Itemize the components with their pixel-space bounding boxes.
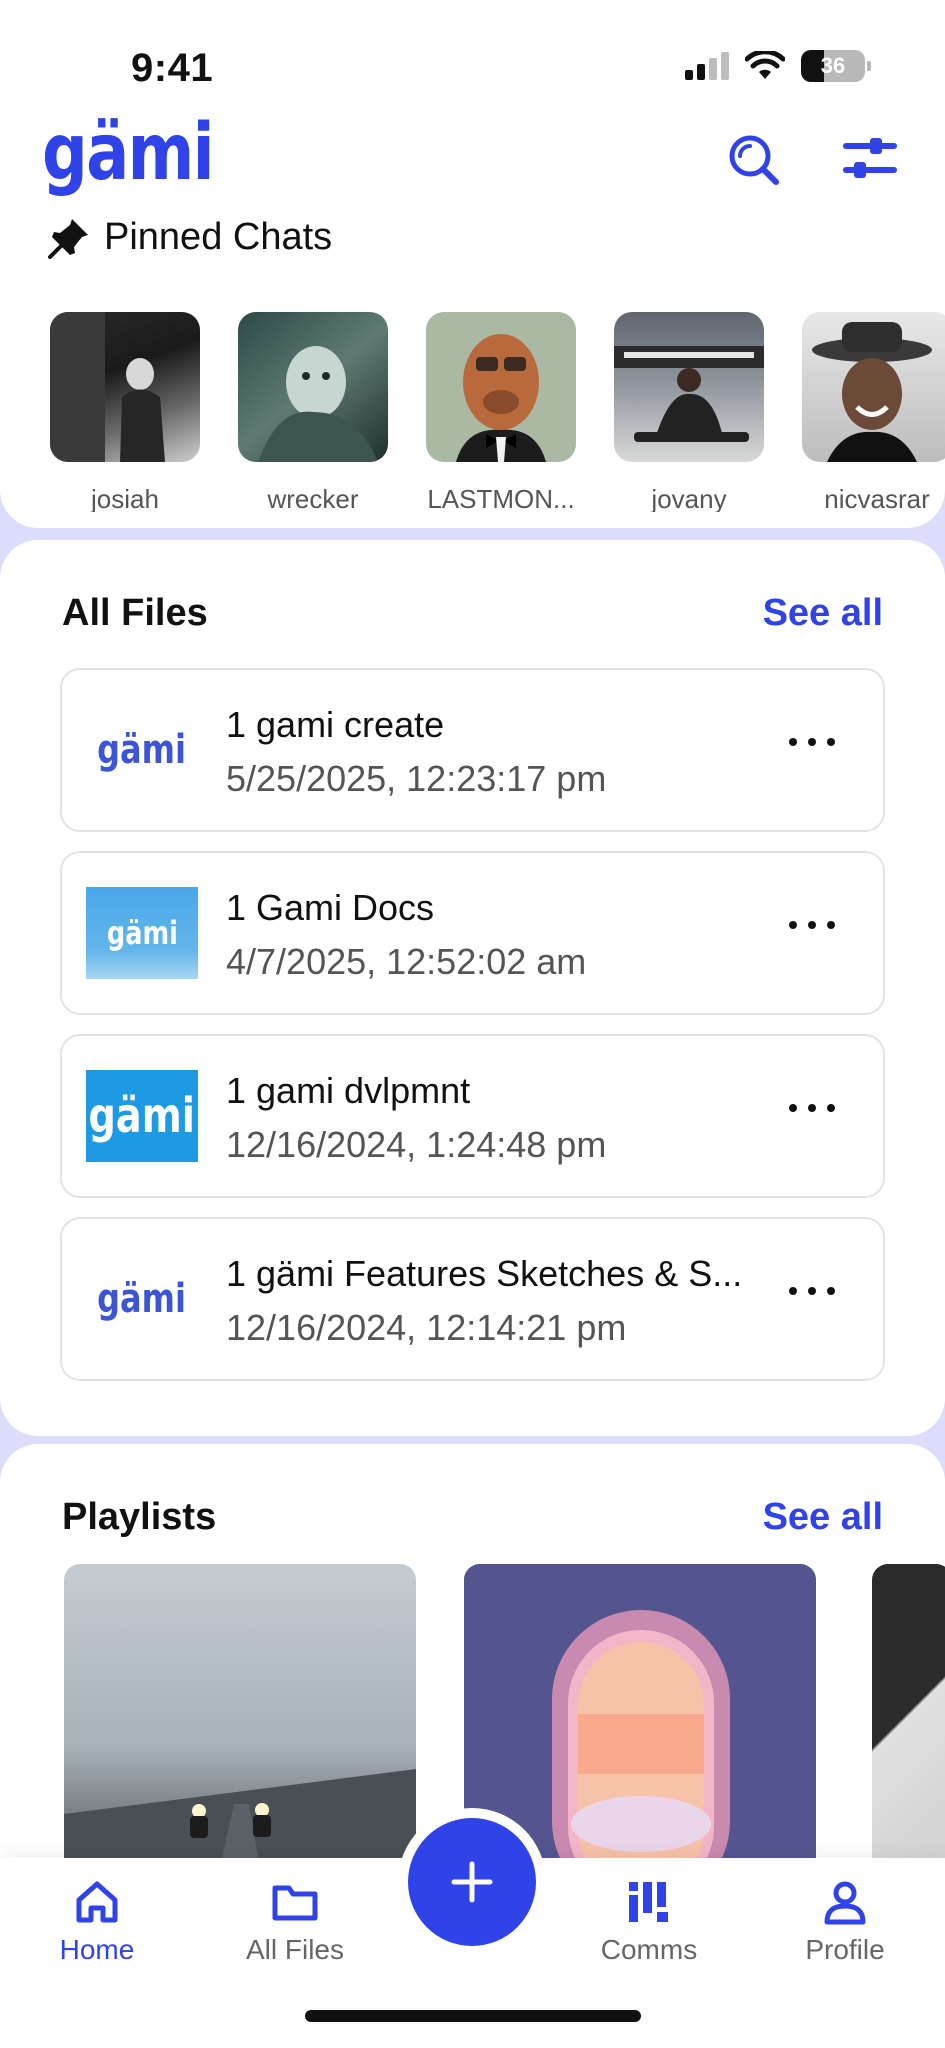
create-button[interactable] (408, 1818, 536, 1946)
pinned-chat-nicvasrar[interactable]: nicvasrar (802, 312, 945, 512)
file-name: 1 gami dvlpmnt (226, 1070, 471, 1111)
home-indicator (305, 2010, 641, 2022)
status-icons: 36 (685, 50, 871, 82)
more-options-icon[interactable] (789, 917, 835, 933)
playlist-tile[interactable] (872, 1564, 945, 1894)
avatar (426, 312, 576, 462)
battery-percent: 36 (820, 53, 846, 78)
more-options-icon[interactable] (789, 734, 835, 750)
playlists-see-all-link[interactable]: See all (763, 1496, 883, 1539)
profile-icon (824, 1881, 866, 1925)
avatar (50, 312, 200, 462)
file-row[interactable]: gämi 1 gami create 5/25/2025, 12:23:17 p… (60, 668, 885, 832)
file-date: 12/16/2024, 12:14:21 pm (226, 1307, 627, 1348)
file-row[interactable]: gämi 1 gami dvlpmnt 12/16/2024, 1:24:48 … (60, 1034, 885, 1198)
file-date: 5/25/2025, 12:23:17 pm (226, 758, 607, 799)
file-date: 4/7/2025, 12:52:02 am (226, 941, 587, 982)
playlists-title: Playlists (62, 1496, 217, 1538)
folder-icon (272, 1885, 318, 1921)
nav-all-files[interactable]: All Files (220, 1878, 370, 1966)
pinned-chats-list: josiah wrecker LASTMON... jovany nicvasr… (50, 312, 945, 512)
files-see-all-link[interactable]: See all (763, 592, 883, 635)
nav-profile[interactable]: Profile (770, 1878, 920, 1966)
status-time: 9:41 (131, 46, 214, 90)
home-icon (76, 1881, 118, 1923)
avatar (238, 312, 388, 462)
file-date: 12/16/2024, 1:24:48 pm (226, 1124, 607, 1165)
file-name: 1 gämi Features Sketches & S... (226, 1253, 743, 1294)
folder-thumbnail: gämi (86, 1070, 198, 1162)
pinned-chat-lastmon[interactable]: LASTMON... (426, 312, 576, 512)
pinned-chats-title: Pinned Chats (104, 216, 333, 258)
filter-sliders-icon[interactable] (842, 132, 898, 188)
more-options-icon[interactable] (789, 1100, 835, 1116)
file-thumbnail: gämi (97, 1276, 187, 1322)
avatar (614, 312, 764, 462)
top-section: 9:41 36 gämi Pinned Chats josiah wrecker… (0, 0, 945, 528)
pin-icon (48, 218, 88, 259)
folder-thumbnail: gämi (86, 887, 198, 979)
cellular-signal-icon (685, 52, 729, 80)
all-files-title: All Files (62, 592, 208, 634)
plus-icon (451, 1861, 493, 1903)
file-thumbnail: gämi (97, 727, 187, 773)
pinned-chat-jovany[interactable]: jovany (614, 312, 764, 512)
pinned-chat-josiah[interactable]: josiah (50, 312, 200, 512)
all-files-card: All Files See all gämi 1 gami create 5/2… (0, 540, 945, 1436)
battery-icon: 36 (801, 50, 871, 82)
file-name: 1 gami create (226, 704, 445, 745)
comms-icon (629, 1882, 668, 1922)
avatar (802, 312, 945, 462)
home-screen: 9:41 36 gämi Pinned Chats josiah wrecker… (0, 0, 945, 2048)
wifi-icon (745, 51, 785, 79)
pinned-chat-wrecker[interactable]: wrecker (238, 312, 388, 512)
file-row[interactable]: gämi 1 gämi Features Sketches & S... 12/… (60, 1217, 885, 1381)
nav-home[interactable]: Home (22, 1878, 172, 1966)
file-row[interactable]: gämi 1 Gami Docs 4/7/2025, 12:52:02 am (60, 851, 885, 1015)
search-icon[interactable] (726, 132, 782, 188)
more-options-icon[interactable] (789, 1283, 835, 1299)
file-name: 1 Gami Docs (226, 887, 435, 928)
pinned-chats-heading: Pinned Chats (48, 216, 332, 259)
playlist-tile[interactable] (64, 1564, 416, 1894)
nav-comms[interactable]: Comms (574, 1878, 724, 1966)
app-logo: gämi (42, 108, 215, 198)
